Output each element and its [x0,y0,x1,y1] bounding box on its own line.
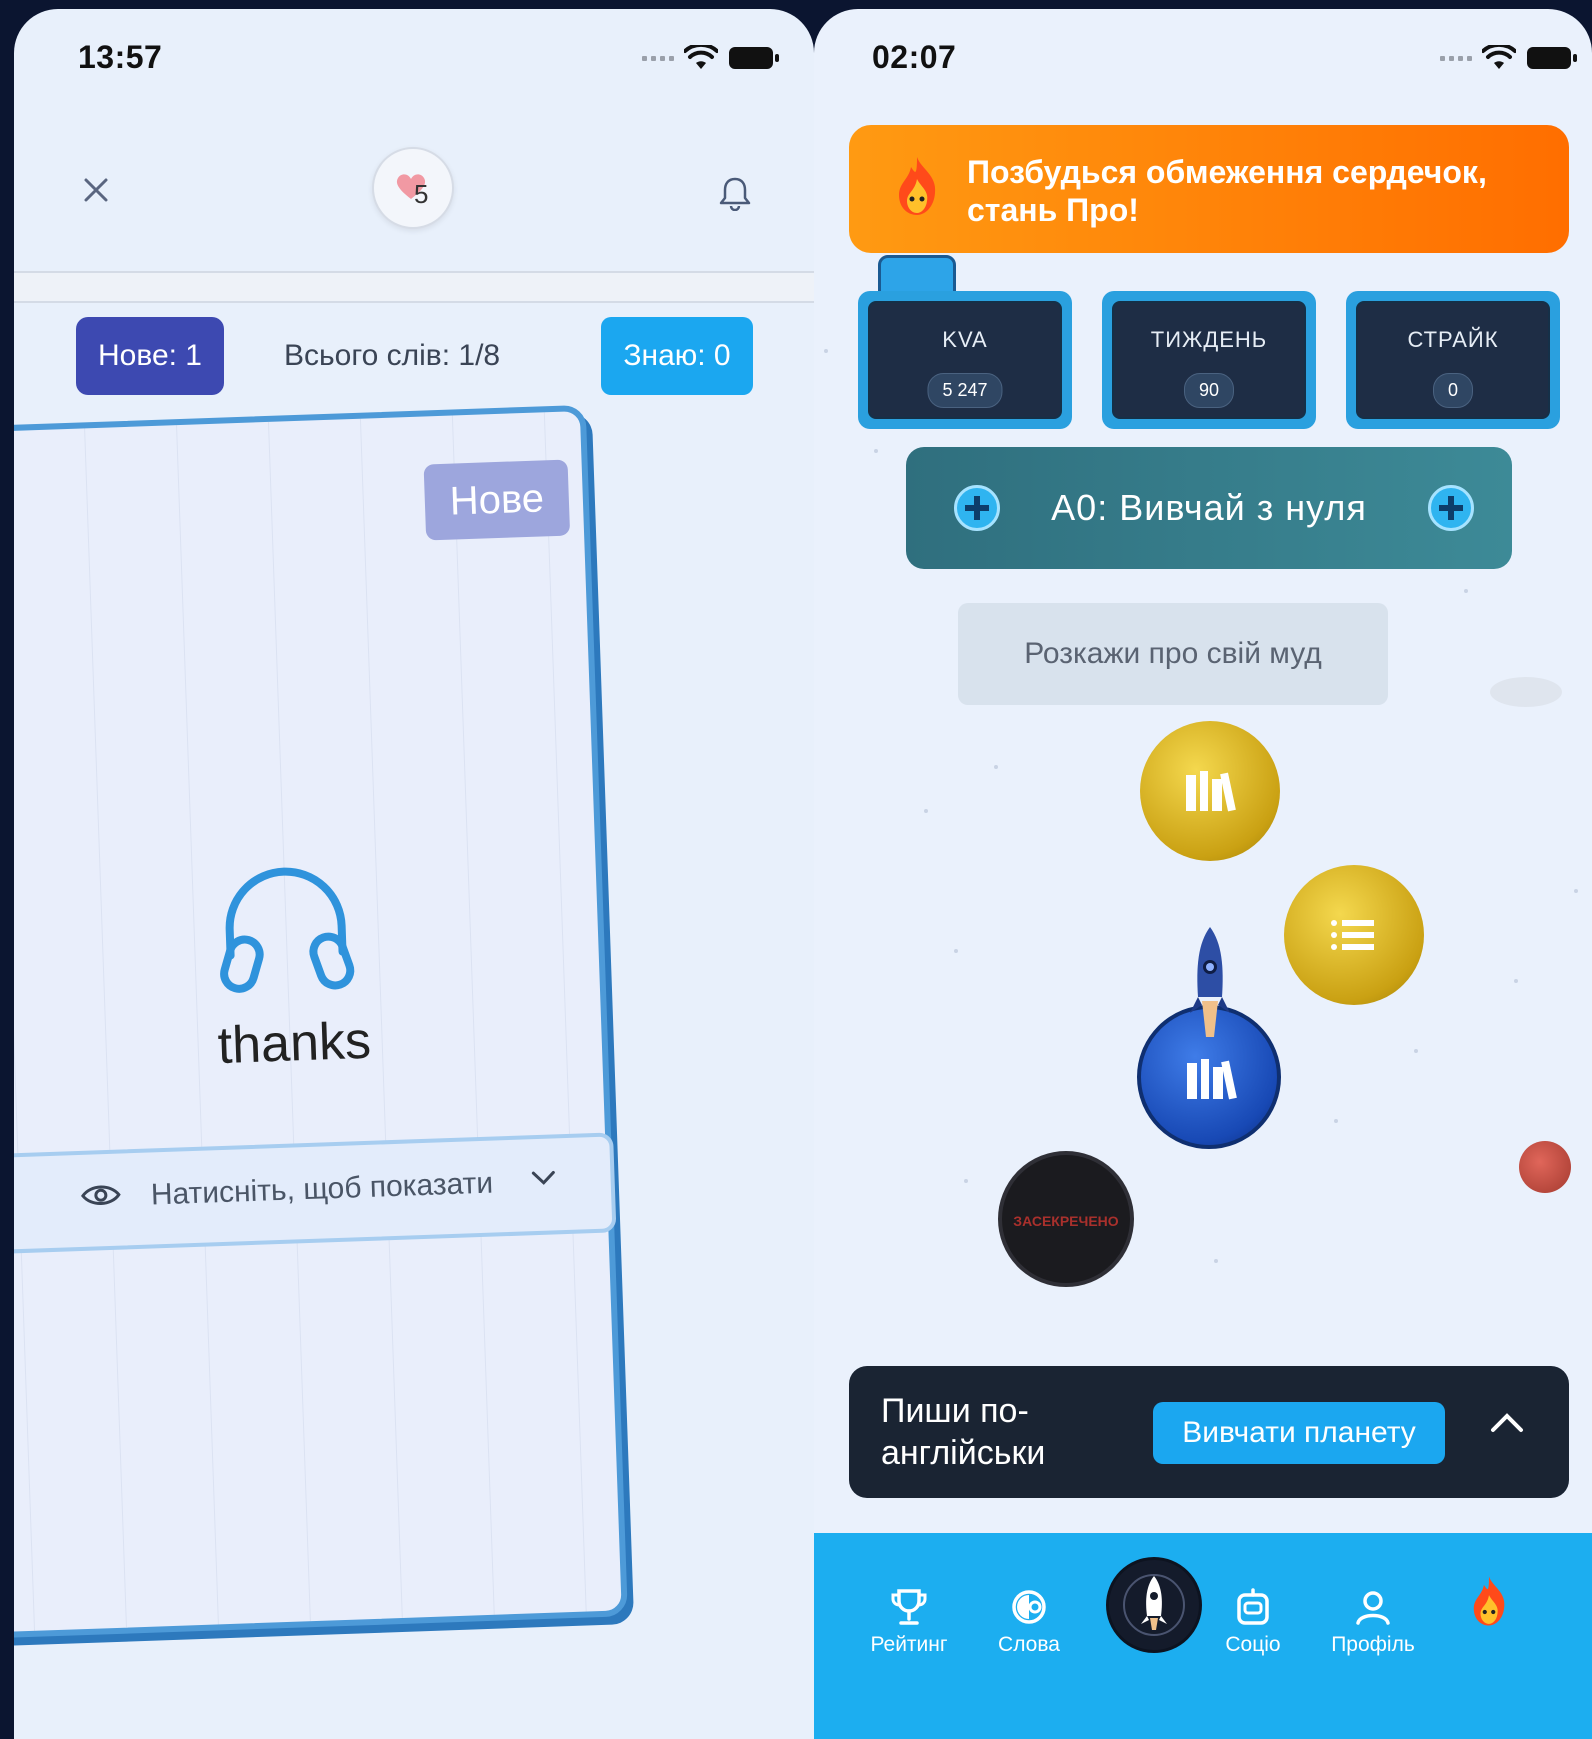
flame-icon [1473,1576,1505,1626]
stat-label: СТРАЙК [1407,327,1499,352]
study-planet-button[interactable]: Вивчати планету [1153,1402,1445,1464]
stat-value: 0 [1432,373,1474,408]
card-status-badge: Нове [423,459,571,541]
lesson-planet[interactable] [1284,865,1424,1005]
stat-value: 5 247 [927,373,1003,408]
wifi-icon [1482,45,1516,69]
word-card-screen: 13:57 5 Нове: 1 Всього слів: 1/8 Знаю: 0… [14,9,814,1739]
nav-item-socio[interactable]: Соціо [1198,1587,1308,1657]
status-icons [642,45,780,71]
books-icon [1186,771,1236,812]
plus-icon[interactable] [1428,485,1474,531]
star [1334,1119,1338,1123]
star [1574,889,1578,893]
stat-label: KVA [942,327,988,352]
stat-label: ТИЖДЕНЬ [1150,327,1268,352]
promo-text: Позбудься обмеження сердечок, стань Про! [967,154,1487,228]
star [1464,589,1468,593]
pro-promo-banner[interactable]: Позбудься обмеження сердечок, стань Про! [849,125,1569,253]
battery-icon [729,47,779,69]
trophy-icon [891,1589,927,1625]
star [994,765,998,769]
battery-icon [1527,47,1577,69]
galaxy-map-screen: 02:07 Позбудься обмеження сердечок, стан… [814,9,1592,1739]
nav-item-rating[interactable]: Рейтинг [854,1587,964,1657]
nav-label: Слова [998,1633,1060,1656]
star [874,449,878,453]
star [1414,1049,1418,1053]
status-time: 13:57 [78,39,163,75]
level-selector[interactable]: A0: Вивчай з нуля [906,447,1512,569]
star [1214,1259,1218,1263]
nav-label: Рейтинг [870,1633,948,1656]
chevron-up-icon[interactable] [1489,1410,1525,1434]
stat-card-week[interactable]: ТИЖДЕНЬ 90 [1102,291,1316,429]
total-words-counter: Всього слів: 1/8 [284,339,501,372]
headphones-icon[interactable] [215,859,356,996]
wifi-icon [684,45,718,69]
word-card[interactable]: Нове thanks Натисніть, щоб показати [14,404,628,1641]
task-title: Пиши по-англійськи [881,1392,1046,1472]
socio-icon [1237,1588,1269,1625]
close-icon[interactable] [80,174,112,206]
words-icon [1012,1590,1046,1624]
flame-icon [899,157,936,215]
level-title: A0: Вивчай з нуля [1051,487,1367,528]
locked-planet: ЗАСЕКРЕЧЕНО [998,1151,1134,1287]
nav-item-streak[interactable] [1434,1573,1544,1635]
stat-card-kva[interactable]: KVA 5 247 [858,291,1072,429]
known-words-counter[interactable]: Знаю: 0 [601,317,753,395]
star [824,349,828,353]
reveal-translation-button[interactable]: Натисніть, щоб показати [14,1132,617,1255]
bell-icon[interactable] [718,175,752,211]
mood-prompt-chip[interactable]: Розкажи про свій муд [958,603,1388,705]
profile-icon [1356,1591,1390,1625]
list-icon [1331,920,1374,950]
stat-card-streak[interactable]: СТРАЙК 0 [1346,291,1560,429]
current-task-panel: Пиши по-англійськи Вивчати планету [849,1366,1569,1498]
card-word: thanks [216,1011,372,1076]
status-time: 02:07 [872,39,957,75]
rocket-icon [1190,927,1230,1037]
stat-value: 90 [1183,373,1235,408]
star [924,809,928,813]
nav-item-profile[interactable]: Профіль [1318,1587,1428,1657]
chevron-down-icon [531,1170,555,1185]
nav-label: Соціо [1225,1633,1281,1656]
hearts-count: 5 [414,179,429,209]
ufo-decoration [1490,677,1562,707]
nav-item-words[interactable]: Слова [974,1587,1084,1657]
locked-label: ЗАСЕКРЕЧЕНО [1013,1213,1119,1229]
eye-icon [81,1185,121,1205]
red-planet-decoration [1519,1141,1571,1193]
lesson-planet[interactable] [1140,721,1280,861]
bottom-navigation: Рейтинг Слова Соціо Профіль [814,1533,1592,1739]
star [964,1179,968,1183]
signal-icon [642,55,674,61]
rocket-nav-icon [1123,1574,1185,1636]
books-icon [1187,1059,1237,1100]
star [1514,979,1518,983]
nav-item-map[interactable] [1106,1557,1202,1653]
star [954,949,958,953]
nav-label: Профіль [1331,1633,1415,1656]
reveal-hint: Натисніть, щоб показати [150,1166,494,1212]
new-words-counter[interactable]: Нове: 1 [76,317,224,395]
mood-prompt: Розкажи про свій муд [1024,637,1322,670]
status-icons [1440,45,1578,71]
progress-strip [14,271,814,303]
hearts-badge[interactable]: 5 [372,147,454,229]
signal-icon [1440,55,1472,61]
